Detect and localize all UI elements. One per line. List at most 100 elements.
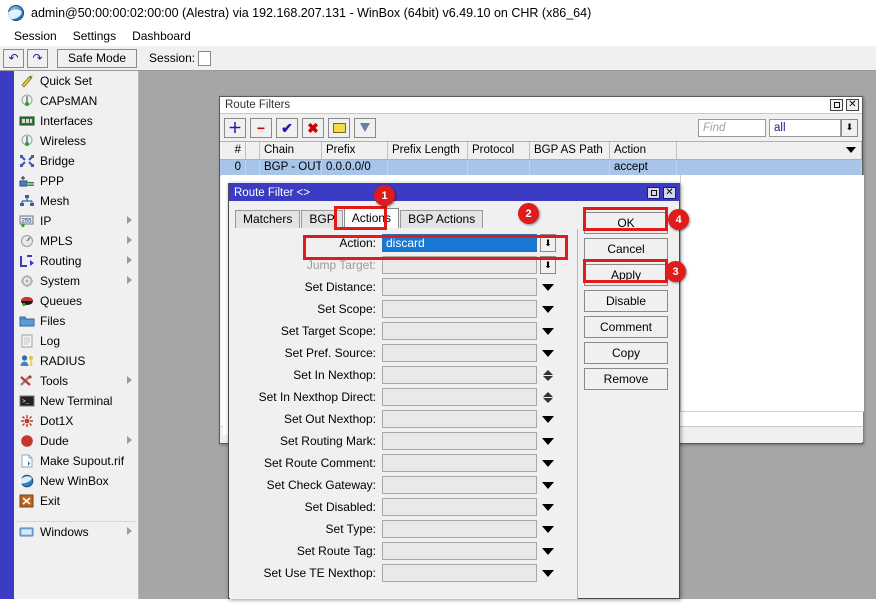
dialog-close-button[interactable]: ✕: [663, 187, 676, 199]
sidebar-item-log[interactable]: Log: [14, 331, 138, 351]
set-out-nexthop-input[interactable]: [382, 410, 537, 428]
sidebar-item-dude[interactable]: Dude: [14, 431, 138, 451]
tab-actions[interactable]: Actions: [344, 208, 399, 228]
set-disabled-input[interactable]: [382, 498, 537, 516]
set-type-dropdown-icon[interactable]: [540, 526, 556, 533]
sidebar-item-new-winbox[interactable]: New WinBox: [14, 471, 138, 491]
set-in-nexthop-direct-spinner[interactable]: [540, 392, 556, 403]
sidebar-item-new-terminal[interactable]: >_ New Terminal: [14, 391, 138, 411]
set-pref-source-dropdown-icon[interactable]: [540, 350, 556, 357]
set-scope-dropdown-icon[interactable]: [540, 306, 556, 313]
ok-button[interactable]: OK: [584, 212, 668, 234]
column-header-prefix[interactable]: Prefix: [322, 142, 388, 159]
set-use-te-nexthop-dropdown-icon[interactable]: [540, 570, 556, 577]
sidebar-item-wireless[interactable]: Wireless: [14, 131, 138, 151]
sidebar-item-interfaces[interactable]: Interfaces: [14, 111, 138, 131]
close-button[interactable]: ✕: [846, 99, 859, 111]
session-input[interactable]: [198, 51, 211, 66]
sidebar-item-files[interactable]: Files: [14, 311, 138, 331]
sidebar-item-dot1x[interactable]: Dot1X: [14, 411, 138, 431]
column-header-chain[interactable]: Chain: [260, 142, 322, 159]
column-header-bgp-as-path[interactable]: BGP AS Path: [530, 142, 610, 159]
action-input[interactable]: discard: [382, 234, 537, 252]
set-target-scope-dropdown-icon[interactable]: [540, 328, 556, 335]
set-disabled-dropdown-icon[interactable]: [540, 504, 556, 511]
set-scope-input[interactable]: [382, 300, 537, 318]
set-check-gateway-input[interactable]: [382, 476, 537, 494]
set-distance-input[interactable]: [382, 278, 537, 296]
sidebar-item-queues[interactable]: Queues: [14, 291, 138, 311]
set-pref-source-input[interactable]: [382, 344, 537, 362]
table-row[interactable]: 0 BGP - OUT 0.0.0.0/0 accept: [220, 160, 862, 176]
safe-mode-button[interactable]: Safe Mode: [57, 49, 137, 68]
set-check-gateway-dropdown-icon[interactable]: [540, 482, 556, 489]
comment-button[interactable]: [328, 118, 350, 138]
set-out-nexthop-dropdown-icon[interactable]: [540, 416, 556, 423]
column-header-prefix-length[interactable]: Prefix Length: [388, 142, 468, 159]
sidebar-item-ip[interactable]: 255 IP: [14, 211, 138, 231]
route-filters-title-bar[interactable]: Route Filters ✕: [220, 97, 862, 114]
copy-button[interactable]: Copy: [584, 342, 668, 364]
undo-button[interactable]: ↶: [3, 49, 24, 68]
add-filter-button[interactable]: ＋: [224, 118, 246, 138]
tab-bgp[interactable]: BGP: [301, 210, 342, 228]
set-routing-mark-input[interactable]: [382, 432, 537, 450]
set-route-tag-dropdown-icon[interactable]: [540, 548, 556, 555]
set-distance-dropdown-icon[interactable]: [540, 284, 556, 291]
sidebar-item-exit[interactable]: Exit: [14, 491, 138, 511]
jump-target-dropdown-button[interactable]: ⬇: [540, 256, 556, 274]
apply-button[interactable]: Apply: [584, 264, 668, 286]
set-routing-mark-dropdown-icon[interactable]: [540, 438, 556, 445]
set-type-input[interactable]: [382, 520, 537, 538]
cancel-button[interactable]: Cancel: [584, 238, 668, 260]
sidebar-item-system[interactable]: System: [14, 271, 138, 291]
sidebar-item-bridge[interactable]: Bridge: [14, 151, 138, 171]
action-dropdown-button[interactable]: ⬇: [540, 234, 556, 252]
disable-filter-button[interactable]: ✖: [302, 118, 324, 138]
column-header-action[interactable]: Action: [610, 142, 677, 159]
sidebar-item-mesh[interactable]: Mesh: [14, 191, 138, 211]
sidebar-item-ppp[interactable]: PPP: [14, 171, 138, 191]
set-target-scope-input[interactable]: [382, 322, 537, 340]
menu-item-session[interactable]: Session: [6, 28, 65, 44]
filter-scope-dropdown[interactable]: ⬇: [841, 119, 858, 137]
route-filter-dialog-title-bar[interactable]: Route Filter <> ✕: [229, 184, 679, 201]
column-header-extra[interactable]: [677, 142, 862, 159]
redo-button[interactable]: ↷: [27, 49, 48, 68]
comment-button[interactable]: Comment: [584, 316, 668, 338]
sidebar-item-tools[interactable]: Tools: [14, 371, 138, 391]
find-input[interactable]: Find: [698, 119, 766, 137]
set-route-tag-input[interactable]: [382, 542, 537, 560]
column-header-protocol[interactable]: Protocol: [468, 142, 530, 159]
filter-scope-input[interactable]: all: [769, 119, 841, 137]
sidebar-item-label: PPP: [40, 174, 64, 188]
sidebar-item-capsman[interactable]: CAPsMAN: [14, 91, 138, 111]
set-in-nexthop-spinner[interactable]: [540, 370, 556, 381]
set-use-te-nexthop-input[interactable]: [382, 564, 537, 582]
maximize-button[interactable]: [830, 99, 843, 111]
menu-item-settings[interactable]: Settings: [65, 28, 124, 44]
enable-filter-button[interactable]: ✔: [276, 118, 298, 138]
chevron-down-icon[interactable]: [846, 147, 856, 153]
set-route-comment-dropdown-icon[interactable]: [540, 460, 556, 467]
column-header-flag[interactable]: [246, 142, 260, 159]
sidebar-item-mpls[interactable]: MPLS: [14, 231, 138, 251]
sidebar-item-routing[interactable]: Routing: [14, 251, 138, 271]
restore-button[interactable]: [647, 187, 660, 199]
set-in-nexthop-direct-input[interactable]: [382, 388, 537, 406]
tab-matchers[interactable]: Matchers: [235, 210, 300, 228]
jump-target-input[interactable]: [382, 256, 537, 274]
sidebar-item-make-supout[interactable]: Make Supout.rif: [14, 451, 138, 471]
menu-item-dashboard[interactable]: Dashboard: [124, 28, 199, 44]
filter-button[interactable]: [354, 118, 376, 138]
sidebar-item-quick-set[interactable]: Quick Set: [14, 71, 138, 91]
set-route-comment-input[interactable]: [382, 454, 537, 472]
set-in-nexthop-input[interactable]: [382, 366, 537, 384]
column-header-num[interactable]: #: [220, 142, 246, 159]
disable-button[interactable]: Disable: [584, 290, 668, 312]
sidebar-item-windows[interactable]: Windows: [14, 522, 138, 542]
remove-button[interactable]: Remove: [584, 368, 668, 390]
tab-bgp-actions[interactable]: BGP Actions: [400, 210, 483, 228]
sidebar-item-radius[interactable]: RADIUS: [14, 351, 138, 371]
remove-filter-button[interactable]: −: [250, 118, 272, 138]
